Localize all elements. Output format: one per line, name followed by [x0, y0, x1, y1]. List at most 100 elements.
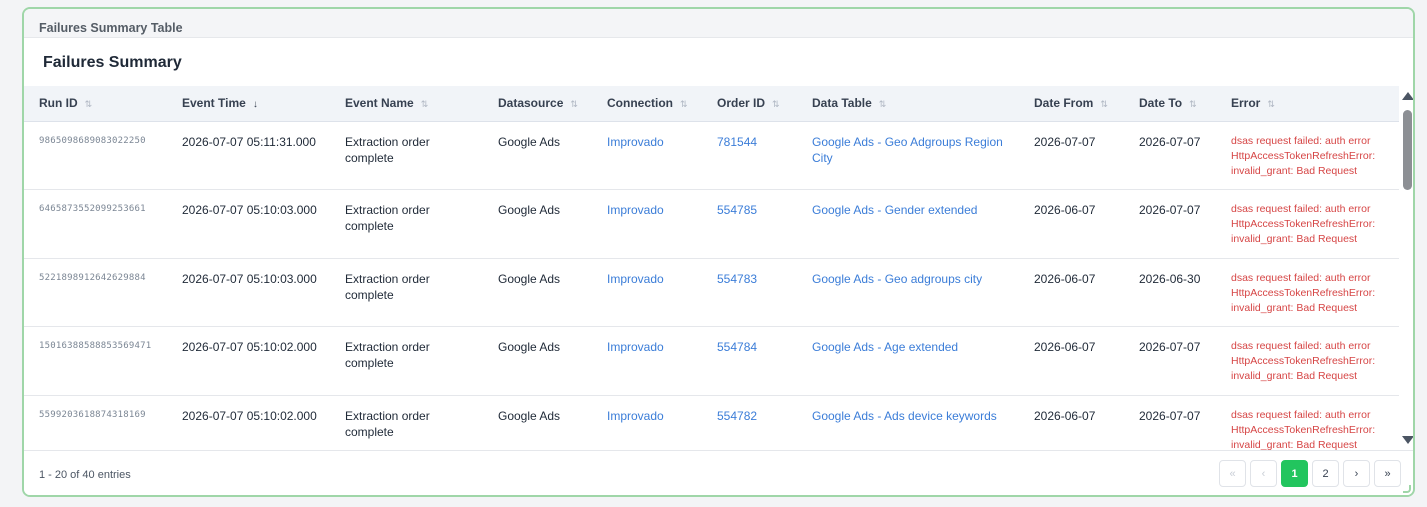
- cell-date-from: 2026-06-07: [1034, 203, 1096, 217]
- column-header-label: Event Name: [345, 96, 414, 111]
- cell-event-name: Extraction order complete: [345, 271, 430, 302]
- column-header-label: Run ID: [39, 96, 78, 111]
- cell-date-to: 2026-07-07: [1139, 203, 1201, 217]
- cell-connection[interactable]: Improvado: [592, 258, 702, 327]
- scroll-thumb[interactable]: [1403, 110, 1412, 190]
- cell-data-table[interactable]: Google Ads - Geo adgroups city: [797, 258, 1019, 327]
- sort-icon[interactable]: ⇅: [680, 99, 687, 110]
- column-header-error[interactable]: Error ⇅: [1216, 86, 1399, 122]
- cell-order-id[interactable]: 781544: [702, 121, 797, 190]
- error-line: dsas request failed: auth error: [1231, 408, 1371, 421]
- cell-order-id[interactable]: 554784: [702, 327, 797, 396]
- column-header-label: Date To: [1139, 96, 1183, 111]
- error-line: invalid_grant: Bad Request: [1231, 164, 1358, 177]
- error-line: HttpAccessTokenRefreshError:: [1231, 355, 1376, 367]
- cell-event-time: 2026-07-07 05:11:31.000: [182, 134, 316, 149]
- cell-connection[interactable]: Improvado: [592, 121, 702, 190]
- column-header-event-name[interactable]: Event Name ⇅: [330, 86, 483, 122]
- table-row: 9865098689083022250 2026-07-07 05:11:31.0…: [24, 121, 1399, 190]
- cell-datasource: Google Ads: [498, 203, 561, 217]
- cell-run-id: 15016388588853569471: [39, 341, 152, 351]
- error-line: HttpAccessTokenRefreshError:: [1231, 149, 1376, 162]
- column-header-connection[interactable]: Connection ⇅: [592, 86, 702, 122]
- column-header-label: Event Time: [182, 96, 246, 111]
- error-line: HttpAccessTokenRefreshError:: [1231, 218, 1376, 230]
- cell-run-id: 9865098689083022250: [39, 135, 146, 146]
- cell-run-id: 6465873552099253661: [39, 204, 146, 214]
- column-header-date-to[interactable]: Date To ⇅: [1124, 86, 1216, 122]
- cell-datasource: Google Ads: [498, 271, 561, 286]
- sort-icon[interactable]: ⇅: [772, 99, 779, 110]
- sort-icon[interactable]: ⇅: [570, 99, 577, 110]
- cell-error: dsas request failed: auth error HttpAcces…: [1216, 258, 1399, 327]
- scroll-up-arrow-icon[interactable]: [1402, 92, 1413, 100]
- next-page-button[interactable]: ›: [1343, 460, 1370, 487]
- sort-icon[interactable]: ⇅: [1267, 99, 1274, 110]
- table-scroll-area[interactable]: Run ID ⇅ Event Time ↓ Event Name ⇅ Datasource ⇅…: [24, 86, 1399, 450]
- failures-table: Run ID ⇅ Event Time ↓ Event Name ⇅ Datasource ⇅…: [24, 86, 1399, 450]
- cell-connection[interactable]: Improvado: [592, 395, 702, 450]
- failures-summary-panel: Failures Summary Table Failures Summary …: [22, 7, 1415, 497]
- error-line: HttpAccessTokenRefreshError:: [1231, 286, 1376, 299]
- resize-handle-icon[interactable]: [1403, 485, 1411, 493]
- table-row: 6465873552099253661 2026-07-07 05:10:03.0…: [24, 190, 1399, 259]
- cell-datasource: Google Ads: [498, 340, 561, 354]
- section-title: Failures Summary: [43, 54, 182, 71]
- table-header-row: Run ID ⇅ Event Time ↓ Event Name ⇅ Datasource ⇅…: [24, 86, 1399, 122]
- error-line: dsas request failed: auth error: [1231, 271, 1371, 284]
- column-header-order-id[interactable]: Order ID ⇅: [702, 86, 797, 122]
- vertical-scrollbar[interactable]: [1401, 90, 1413, 450]
- error-line: invalid_grant: Bad Request: [1231, 370, 1358, 382]
- last-page-button[interactable]: »: [1374, 460, 1401, 487]
- column-header-label: Date From: [1034, 96, 1094, 111]
- table-row: 5599203618874318169 2026-07-07 05:10:02.0…: [24, 395, 1399, 451]
- entries-count: 1 - 20 of 40 entries: [39, 469, 131, 481]
- table-footer: 1 - 20 of 40 entries « ‹ 1 2 › »: [24, 450, 1413, 495]
- column-header-label: Datasource: [498, 96, 564, 111]
- cell-date-from: 2026-06-07: [1034, 408, 1096, 423]
- table-body: 9865098689083022250 2026-07-07 05:11:31.0…: [24, 121, 1399, 450]
- sort-desc-icon[interactable]: ↓: [253, 99, 258, 110]
- cell-date-from: 2026-06-07: [1034, 271, 1096, 286]
- first-page-button[interactable]: «: [1219, 460, 1246, 487]
- sort-icon[interactable]: ⇅: [1189, 99, 1196, 110]
- cell-event-time: 2026-07-07 05:10:03.000: [182, 203, 317, 217]
- table-row: 15016388588853569471 2026-07-07 05:10:02.…: [24, 327, 1399, 396]
- cell-date-to: 2026-07-07: [1139, 340, 1201, 354]
- cell-event-time: 2026-07-07 05:10:03.000: [182, 271, 317, 286]
- prev-page-button[interactable]: ‹: [1250, 460, 1277, 487]
- cell-connection[interactable]: Improvado: [592, 327, 702, 396]
- sort-icon[interactable]: ⇅: [1100, 99, 1107, 110]
- sort-icon[interactable]: ⇅: [879, 99, 886, 110]
- page-2-button[interactable]: 2: [1312, 460, 1339, 487]
- sort-icon[interactable]: ⇅: [85, 99, 92, 110]
- cell-error: dsas request failed: auth error HttpAcces…: [1216, 395, 1399, 451]
- pagination: « ‹ 1 2 › »: [1219, 460, 1401, 487]
- cell-event-name: Extraction order complete: [345, 408, 430, 439]
- cell-event-time: 2026-07-07 05:10:02.000: [182, 408, 317, 423]
- error-line: HttpAccessTokenRefreshError:: [1231, 423, 1376, 436]
- cell-order-id[interactable]: 554785: [702, 190, 797, 259]
- column-header-date-from[interactable]: Date From ⇅: [1019, 86, 1124, 122]
- cell-datasource: Google Ads: [498, 134, 561, 149]
- cell-datasource: Google Ads: [498, 408, 561, 423]
- cell-data-table[interactable]: Google Ads - Ads device keywords: [797, 395, 1019, 450]
- cell-data-table[interactable]: Google Ads - Geo Adgroups Region City: [797, 121, 1019, 190]
- sort-icon[interactable]: ⇅: [421, 99, 428, 110]
- cell-error: dsas request failed: auth error HttpAcces…: [1216, 190, 1399, 259]
- cell-error: dsas request failed: auth error HttpAcces…: [1216, 121, 1399, 190]
- scroll-down-arrow-icon[interactable]: [1402, 436, 1413, 444]
- cell-data-table[interactable]: Google Ads - Age extended: [797, 327, 1019, 396]
- cell-data-table[interactable]: Google Ads - Gender extended: [797, 190, 1019, 259]
- page-1-button[interactable]: 1: [1281, 460, 1308, 487]
- cell-date-to: 2026-07-07: [1139, 134, 1201, 149]
- cell-run-id: 5221898912642629884: [39, 272, 146, 283]
- cell-order-id[interactable]: 554782: [702, 395, 797, 450]
- table-row: 5221898912642629884 2026-07-07 05:10:03.0…: [24, 258, 1399, 327]
- column-header-run-id[interactable]: Run ID ⇅: [24, 86, 167, 122]
- cell-connection[interactable]: Improvado: [592, 190, 702, 259]
- column-header-event-time[interactable]: Event Time ↓: [167, 86, 330, 122]
- column-header-datasource[interactable]: Datasource ⇅: [483, 86, 592, 122]
- column-header-data-table[interactable]: Data Table ⇅: [797, 86, 1019, 122]
- cell-order-id[interactable]: 554783: [702, 258, 797, 327]
